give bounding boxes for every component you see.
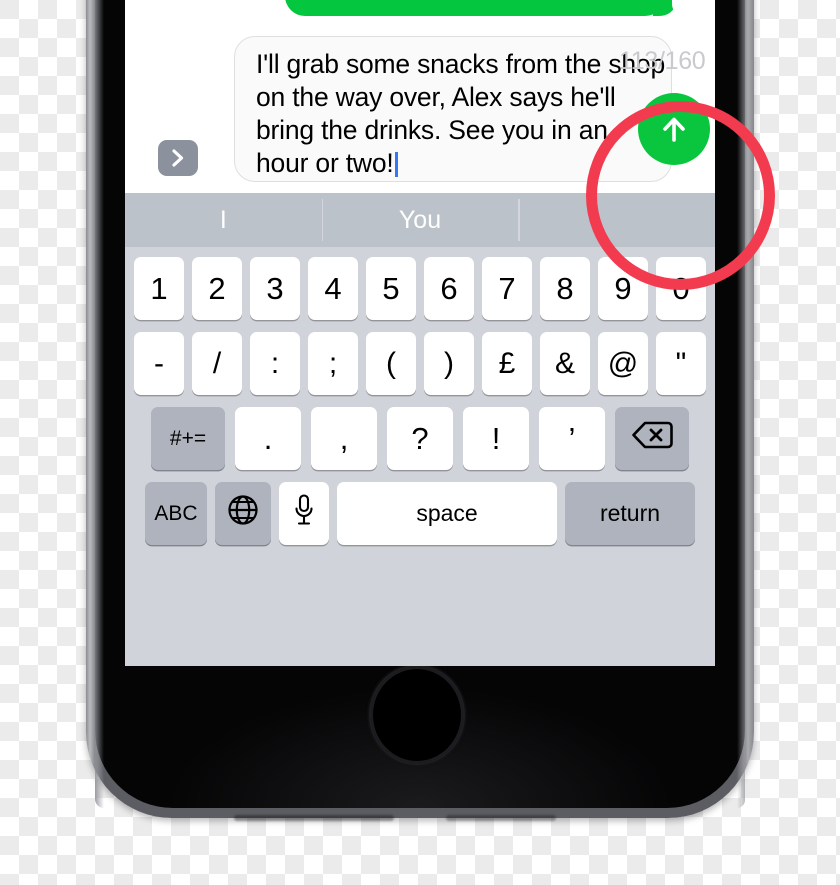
key-backspace[interactable] xyxy=(615,407,689,470)
key-label: 3 xyxy=(266,271,283,307)
sent-message-bubble-tail xyxy=(653,0,675,16)
key-comma[interactable]: , xyxy=(311,407,377,470)
on-screen-keyboard: 1 2 3 4 5 6 7 8 9 0 - / : ; ( ) £ & @ xyxy=(125,247,715,666)
keyboard-row-numbers: 1 2 3 4 5 6 7 8 9 0 xyxy=(125,257,715,320)
globe-icon xyxy=(226,493,260,535)
key-label: ? xyxy=(411,421,428,457)
key-label: ; xyxy=(329,347,337,381)
key-0[interactable]: 0 xyxy=(656,257,706,320)
key-label: return xyxy=(600,500,660,527)
expand-button[interactable] xyxy=(158,140,198,176)
key-label: 2 xyxy=(208,271,225,307)
key-label: ’ xyxy=(569,421,576,457)
key-label: ( xyxy=(386,347,396,381)
keyboard-row-bottom: ABC xyxy=(125,482,715,545)
key-7[interactable]: 7 xyxy=(482,257,532,320)
key-label: 1 xyxy=(150,271,167,307)
key-semicolon[interactable]: ; xyxy=(308,332,358,395)
key-label: 4 xyxy=(324,271,341,307)
key-label: - xyxy=(154,347,164,381)
character-counter: 113/160 xyxy=(619,47,705,76)
key-label: #+= xyxy=(170,427,206,451)
home-button[interactable] xyxy=(369,665,465,765)
phone-device: I'll grab some snacks from the shop on t… xyxy=(86,28,754,818)
key-label: . xyxy=(264,421,273,457)
key-apostrophe[interactable]: ’ xyxy=(539,407,605,470)
key-slash[interactable]: / xyxy=(192,332,242,395)
key-symbols-toggle[interactable]: #+= xyxy=(151,407,225,470)
keyboard-row-punctuation: #+= . , ? ! ’ xyxy=(125,407,715,470)
key-colon[interactable]: : xyxy=(250,332,300,395)
chevron-right-icon xyxy=(168,147,188,169)
key-2[interactable]: 2 xyxy=(192,257,242,320)
predictive-suggestion-label: I xyxy=(220,206,227,235)
key-label: ! xyxy=(492,421,501,457)
key-return[interactable]: return xyxy=(565,482,695,545)
key-pound[interactable]: £ xyxy=(482,332,532,395)
key-paren-open[interactable]: ( xyxy=(366,332,416,395)
key-4[interactable]: 4 xyxy=(308,257,358,320)
key-label: 9 xyxy=(614,271,631,307)
microphone-icon xyxy=(292,493,316,535)
sent-message-bubble xyxy=(285,0,665,16)
key-globe[interactable] xyxy=(215,482,271,545)
backspace-icon xyxy=(631,420,673,458)
key-at[interactable]: @ xyxy=(598,332,648,395)
key-label: space xyxy=(416,500,477,527)
key-label: ABC xyxy=(154,502,197,526)
key-3[interactable]: 3 xyxy=(250,257,300,320)
key-1[interactable]: 1 xyxy=(134,257,184,320)
key-period[interactable]: . xyxy=(235,407,301,470)
key-paren-close[interactable]: ) xyxy=(424,332,474,395)
key-dictation[interactable] xyxy=(279,482,329,545)
key-label: @ xyxy=(608,347,638,381)
key-quote[interactable]: " xyxy=(656,332,706,395)
message-input-value: I'll grab some snacks from the shop on t… xyxy=(256,49,672,178)
key-abc[interactable]: ABC xyxy=(145,482,207,545)
key-9[interactable]: 9 xyxy=(598,257,648,320)
key-ampersand[interactable]: & xyxy=(540,332,590,395)
arrow-up-icon xyxy=(654,109,694,149)
message-input-field[interactable]: I'll grab some snacks from the shop on t… xyxy=(234,36,672,182)
key-label: 7 xyxy=(498,271,515,307)
key-label: " xyxy=(676,347,687,381)
phone-screen: I'll grab some snacks from the shop on t… xyxy=(125,0,715,666)
predictive-suggestion-3[interactable] xyxy=(518,193,715,247)
key-hyphen[interactable]: - xyxy=(134,332,184,395)
text-caret xyxy=(395,152,398,177)
key-8[interactable]: 8 xyxy=(540,257,590,320)
key-label: : xyxy=(271,347,279,381)
predictive-suggestion-2[interactable]: You xyxy=(322,193,519,247)
conversation-area: I'll grab some snacks from the shop on t… xyxy=(125,0,715,193)
predictive-suggestion-1[interactable]: I xyxy=(125,193,322,247)
key-label: 5 xyxy=(382,271,399,307)
key-label: 8 xyxy=(556,271,573,307)
key-6[interactable]: 6 xyxy=(424,257,474,320)
key-label: 6 xyxy=(440,271,457,307)
key-label: & xyxy=(555,347,575,381)
key-exclamation[interactable]: ! xyxy=(463,407,529,470)
key-space[interactable]: space xyxy=(337,482,557,545)
predictive-suggestion-label: You xyxy=(399,206,441,235)
key-5[interactable]: 5 xyxy=(366,257,416,320)
predictive-text-bar: I You xyxy=(125,193,715,247)
key-label: / xyxy=(213,347,221,381)
key-label: 0 xyxy=(672,271,689,307)
key-label: , xyxy=(340,421,349,457)
send-button[interactable] xyxy=(638,93,710,165)
key-label: £ xyxy=(499,347,516,381)
key-question[interactable]: ? xyxy=(387,407,453,470)
key-label: ) xyxy=(444,347,454,381)
keyboard-row-symbols: - / : ; ( ) £ & @ " xyxy=(125,332,715,395)
message-input-text: I'll grab some snacks from the shop on t… xyxy=(256,48,666,180)
